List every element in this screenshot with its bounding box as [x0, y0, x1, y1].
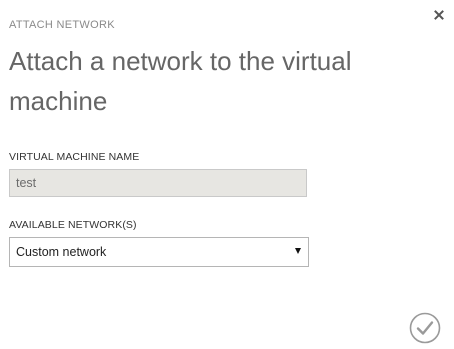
- network-select-value: Custom network: [16, 245, 107, 259]
- close-button[interactable]: [430, 6, 448, 24]
- close-icon: [434, 10, 444, 20]
- available-networks-label: AVAILABLE NETWORK(S): [9, 219, 137, 231]
- dropdown-arrow-icon: [295, 248, 301, 254]
- vm-name-label: VIRTUAL MACHINE NAME: [9, 151, 140, 163]
- network-select[interactable]: Custom network: [9, 237, 309, 267]
- attach-network-dialog: ATTACH NETWORK Attach a network to the v…: [0, 0, 454, 349]
- page-title: Attach a network to the virtual machine: [9, 46, 352, 116]
- confirm-button[interactable]: [409, 312, 441, 344]
- checkmark-circle-icon: [409, 312, 441, 344]
- vm-name-field[interactable]: [9, 169, 307, 197]
- dialog-header: ATTACH NETWORK: [9, 19, 115, 31]
